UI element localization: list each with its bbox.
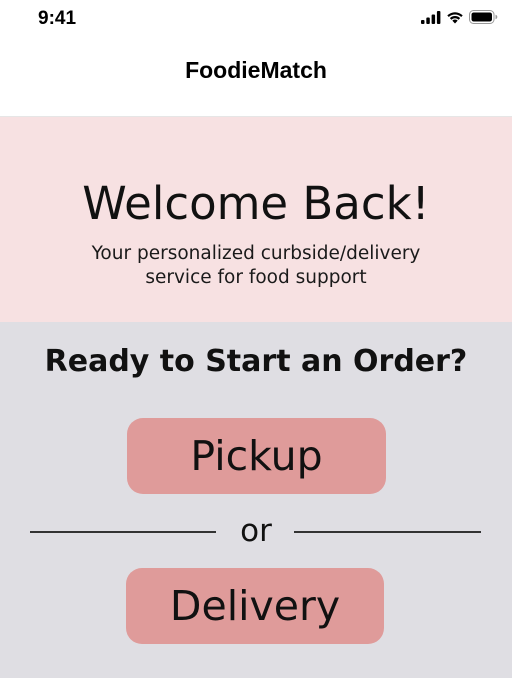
divider-line-left: [30, 531, 216, 533]
divider-or-text: or: [240, 513, 272, 549]
cellular-signal-icon: [421, 10, 441, 29]
wifi-icon: [446, 11, 464, 29]
order-section: Ready to Start an Order? Pickup or Deliv…: [0, 322, 512, 678]
pickup-button[interactable]: Pickup: [127, 418, 386, 494]
status-icons: [421, 10, 498, 29]
app-title: FoodieMatch: [185, 57, 327, 83]
welcome-subtitle: Your personalized curbside/delivery serv…: [91, 243, 421, 288]
delivery-button[interactable]: Delivery: [126, 568, 384, 644]
welcome-banner: Welcome Back! Your personalized curbside…: [0, 117, 512, 322]
order-heading: Ready to Start an Order?: [44, 344, 468, 379]
nav-bar: FoodieMatch: [0, 40, 512, 117]
welcome-title: Welcome Back!: [82, 177, 430, 230]
battery-icon: [469, 10, 498, 29]
status-bar: 9:41: [0, 0, 512, 40]
status-time: 9:41: [38, 8, 77, 29]
divider-line-right: [294, 531, 481, 533]
